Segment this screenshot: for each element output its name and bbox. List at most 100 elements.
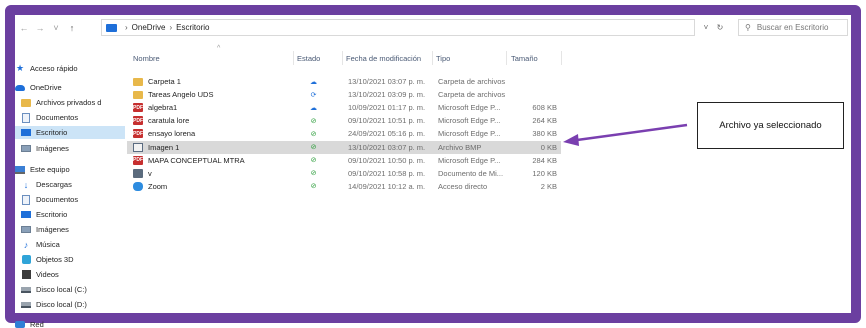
refresh-icon[interactable]: ↻ [713, 19, 727, 36]
file-row[interactable]: PDF caratula lore ⊘ 09/10/2021 10:51 p. m. M… [127, 114, 561, 127]
file-name-cell: PDF algebra1 [133, 101, 293, 114]
file-size [511, 88, 557, 101]
address-toolbar: ← → ˅ ↑ › OneDrive › Escritorio ˅ ↻ ⚲ Bu… [15, 15, 851, 41]
sidebar-item-label: Escritorio [36, 128, 68, 137]
file-status-cell: ⊘ [309, 114, 329, 127]
sidebar-item-objetos-3d[interactable]: Objetos 3D [21, 253, 74, 266]
file-status-cell: ⊘ [309, 180, 329, 193]
file-size: 264 KB [532, 116, 557, 126]
video-icon [21, 270, 31, 279]
chevron-right-icon: › [125, 23, 128, 32]
bitmap-file-icon [133, 142, 143, 152]
synced-check-icon: ⊘ [310, 117, 317, 125]
address-bar[interactable]: › OneDrive › Escritorio [101, 19, 695, 36]
back-arrow-icon[interactable]: ← [17, 21, 31, 35]
sidebar-item-este-equipo[interactable]: Este equipo [15, 163, 70, 176]
sidebar-item-documentos-pc[interactable]: Documentos [21, 193, 78, 206]
file-modified: 09/10/2021 10:58 p. m. [348, 168, 426, 178]
sidebar-item-escritorio[interactable]: Escritorio [15, 126, 125, 139]
column-divider[interactable] [432, 51, 433, 65]
objects-3d-icon [21, 255, 31, 264]
search-box[interactable]: ⚲ Buscar en Escritorio [738, 19, 848, 36]
file-type: Microsoft Edge P... [438, 129, 501, 139]
file-row[interactable]: v ⊘ 09/10/2021 10:58 p. m. Documento de Mi.… [127, 167, 561, 180]
chevron-right-icon: › [169, 23, 173, 32]
sidebar-item-acceso-rapido[interactable]: ★ Acceso rápido [15, 62, 78, 75]
sidebar-item-descargas[interactable]: ↓ Descargas [21, 178, 72, 191]
file-row[interactable]: PDF algebra1 ☁ 10/09/2021 01:17 p. m. Micros… [127, 101, 561, 114]
computer-icon [15, 165, 25, 174]
file-name-cell: Tareas Angelo UDS [133, 88, 293, 101]
sidebar-item-escritorio-pc[interactable]: Escritorio [21, 208, 67, 221]
file-row[interactable]: Zoom ⊘ 14/09/2021 10:12 a. m. Acceso direct… [127, 180, 561, 193]
cloud-status-icon: ☁ [310, 104, 317, 112]
file-status-cell: ⟳ [309, 88, 329, 101]
search-placeholder: Buscar en Escritorio [756, 23, 829, 32]
file-row[interactable]: PDF MAPA CONCEPTUAL MTRA ⊘ 09/10/2021 10:50… [127, 154, 561, 167]
file-name-cell: Carpeta 1 [133, 75, 293, 88]
sidebar-item-label: Descargas [36, 180, 72, 189]
file-modified: 14/09/2021 10:12 a. m. [348, 181, 426, 191]
file-name-cell: Imagen 1 [133, 141, 293, 154]
file-modified: 24/09/2021 05:16 p. m. [348, 129, 426, 139]
sidebar-item-imagenes[interactable]: Imágenes [21, 142, 69, 155]
file-row[interactable]: PDF ensayo lorena ⊘ 24/09/2021 05:16 p. m. M… [127, 127, 561, 140]
synced-check-icon: ⊘ [310, 130, 317, 138]
file-size: 380 KB [532, 129, 557, 139]
forward-arrow-icon[interactable]: → [33, 21, 47, 35]
sidebar-item-documentos[interactable]: Documentos [21, 111, 78, 124]
sidebar-item-label: Imágenes [36, 225, 69, 234]
sidebar-item-disco-c[interactable]: Disco local (C:) [21, 283, 87, 296]
file-name-cell: PDF caratula lore [133, 114, 293, 127]
desktop-folder-icon [106, 23, 117, 32]
sidebar-item-label: Objetos 3D [36, 255, 74, 264]
sidebar-item-label: Archivos privados d [36, 98, 102, 107]
breadcrumb-onedrive[interactable]: OneDrive [132, 23, 166, 32]
sidebar-item-disco-d[interactable]: Disco local (D:) [21, 298, 87, 311]
sidebar-item-label: Escritorio [36, 210, 68, 219]
column-header-modified[interactable]: Fecha de modificación [346, 51, 436, 65]
sidebar-item-archivos-privados[interactable]: Archivos privados d [21, 96, 101, 109]
sidebar-item-imagenes-pc[interactable]: Imágenes [21, 223, 69, 236]
file-status-cell: ⊘ [309, 167, 329, 180]
word-document-icon [133, 168, 143, 178]
file-size [511, 75, 557, 88]
file-type: Carpeta de archivos [438, 90, 506, 100]
file-name: caratula lore [148, 116, 190, 126]
file-type: Microsoft Edge P... [438, 155, 501, 165]
recent-dropdown-icon[interactable]: ˅ [49, 21, 63, 35]
file-name: Carpeta 1 [148, 77, 181, 86]
file-type: Archivo BMP [438, 142, 482, 152]
sidebar-item-red[interactable]: Red [15, 318, 44, 328]
images-icon [21, 145, 31, 152]
images-icon [21, 226, 31, 233]
column-header-name[interactable]: Nombre [133, 51, 293, 65]
music-icon: ♪ [23, 239, 29, 250]
sidebar-item-label: Red [30, 320, 44, 328]
file-modified: 09/10/2021 10:51 p. m. [348, 116, 426, 126]
column-header-size[interactable]: Tamaño [511, 51, 561, 65]
presentation-frame: ← → ˅ ↑ › OneDrive › Escritorio ˅ ↻ ⚲ Bu… [5, 5, 861, 328]
column-divider[interactable] [561, 51, 562, 65]
file-row[interactable]: Carpeta 1 ☁ 13/10/2021 03:07 p. m. Carpeta … [127, 75, 561, 88]
breadcrumb-escritorio[interactable]: Escritorio [176, 23, 209, 32]
column-divider[interactable] [506, 51, 507, 65]
column-divider[interactable] [342, 51, 343, 65]
column-header-type[interactable]: Tipo [436, 51, 506, 65]
synced-check-icon: ⊘ [310, 170, 317, 178]
sidebar-item-musica[interactable]: ♪ Música [21, 238, 60, 251]
address-dropdown-icon[interactable]: ˅ [699, 19, 713, 36]
file-modified: 13/10/2021 03:09 p. m. [348, 90, 426, 100]
column-divider[interactable] [293, 51, 294, 65]
up-arrow-icon[interactable]: ↑ [65, 21, 79, 35]
sidebar-item-onedrive[interactable]: OneDrive [15, 81, 62, 94]
column-header-status[interactable]: Estado [297, 51, 342, 65]
file-row[interactable]: Imagen 1 ⊘ 13/10/2021 03:07 p. m. Archivo B… [127, 140, 561, 154]
file-modified: 13/10/2021 03:07 p. m. [348, 77, 426, 86]
file-name: MAPA CONCEPTUAL MTRA [148, 155, 245, 165]
sidebar-item-videos[interactable]: Videos [21, 268, 59, 281]
sidebar-item-label: Música [36, 240, 60, 249]
navigation-pane: ★ Acceso rápido OneDrive Archivos privad… [15, 45, 125, 328]
file-row[interactable]: Tareas Angelo UDS ⟳ 13/10/2021 03:09 p. m.… [127, 88, 561, 101]
file-type: Microsoft Edge P... [438, 116, 501, 126]
